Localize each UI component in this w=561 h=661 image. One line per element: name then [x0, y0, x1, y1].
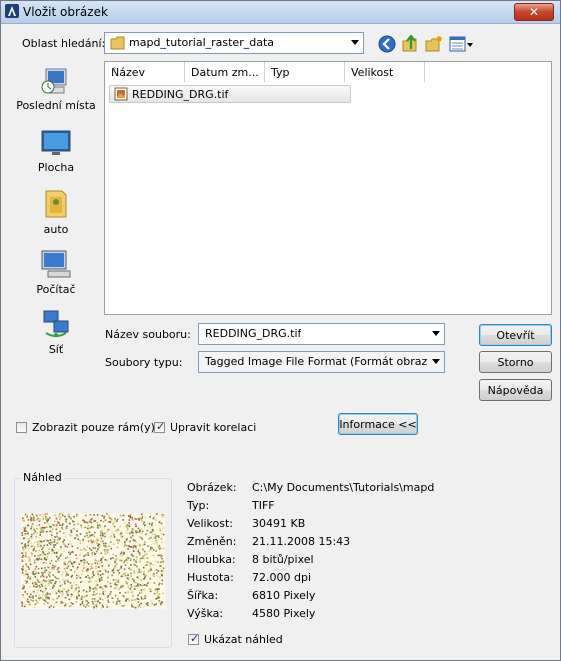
- up-folder-icon[interactable]: [401, 35, 419, 53]
- chevron-down-icon: [432, 331, 440, 336]
- info-value: 4580 Pixely: [252, 607, 316, 620]
- chevron-down-icon: [351, 40, 359, 45]
- close-button[interactable]: ✕: [514, 3, 554, 21]
- info-value: 21.11.2008 15:43: [252, 535, 351, 548]
- correlation-checkbox[interactable]: ✓: [154, 420, 166, 433]
- filename-value: REDDING_DRG.tif: [205, 327, 302, 340]
- window-title: Vložit obrázek: [23, 5, 108, 19]
- computer-icon: [41, 250, 71, 278]
- info-value: TIFF: [252, 499, 275, 512]
- info-key: Velikost:: [187, 517, 234, 530]
- check-icon: ✓: [190, 632, 200, 645]
- cancel-button[interactable]: Storno: [479, 351, 552, 373]
- correlation-label[interactable]: Upravit korelaci: [170, 421, 256, 434]
- frame-only-checkbox[interactable]: [16, 422, 27, 433]
- file-name: REDDING_DRG.tif: [132, 88, 229, 101]
- column-header-date[interactable]: Datum zm...: [185, 62, 265, 82]
- show-preview-checkbox[interactable]: ✓: [188, 632, 200, 645]
- open-button[interactable]: Otevřít: [479, 324, 552, 346]
- recent-places-icon: [41, 68, 67, 94]
- file-list[interactable]: Název ^ Datum zm... Typ Velikost REDDING…: [104, 61, 552, 315]
- title-bar: Vložit obrázek ✕: [1, 1, 560, 24]
- info-key: Změněn:: [187, 535, 237, 548]
- filetype-dropdown[interactable]: Tagged Image File Format (Formát obrazov…: [198, 351, 445, 373]
- sort-arrow-icon: ^: [111, 66, 118, 75]
- preview-group: Náhled: [14, 471, 172, 648]
- network-icon: [43, 310, 69, 337]
- info-key: Obrázek:: [187, 481, 237, 494]
- place-user[interactable]: auto: [9, 183, 103, 239]
- place-network[interactable]: Síť: [9, 303, 103, 359]
- place-label: Plocha: [37, 161, 75, 174]
- filename-input[interactable]: REDDING_DRG.tif: [198, 323, 445, 345]
- place-label: auto: [43, 223, 69, 236]
- info-value: 8 bitů/pixel: [252, 553, 314, 566]
- frame-only-label[interactable]: Zobrazit pouze rám(y): [32, 421, 155, 434]
- place-computer[interactable]: Počítač: [9, 243, 103, 299]
- close-icon: ✕: [528, 5, 540, 19]
- lookin-dropdown[interactable]: mapd_tutorial_raster_data: [104, 32, 364, 54]
- place-recent[interactable]: Poslední místa: [9, 59, 103, 115]
- dialog-window: Vložit obrázek ✕ Oblast hledání: mapd_tu…: [0, 0, 561, 661]
- place-label: Poslední místa: [16, 99, 96, 112]
- info-key: Výška:: [187, 607, 224, 620]
- info-key: Hloubka:: [187, 553, 236, 566]
- info-value: 6810 Pixely: [252, 589, 316, 602]
- back-icon[interactable]: [378, 35, 396, 53]
- place-label: Počítač: [36, 283, 76, 296]
- info-value: 72.000 dpi: [252, 571, 312, 584]
- filetype-value: Tagged Image File Format (Formát obrazov…: [205, 355, 427, 368]
- new-folder-icon[interactable]: [425, 35, 443, 53]
- help-button[interactable]: Nápověda: [479, 379, 552, 401]
- info-button[interactable]: Informace <<: [338, 413, 418, 435]
- place-label: Síť: [48, 343, 64, 356]
- lookin-label: Oblast hledání:: [22, 37, 106, 50]
- user-folder-icon: [45, 190, 67, 218]
- app-icon: [5, 4, 19, 18]
- info-key: Typ:: [187, 499, 210, 512]
- desktop-icon: [41, 130, 71, 155]
- filename-label: Název souboru:: [105, 328, 191, 341]
- folder-icon: [110, 36, 125, 50]
- image-file-icon: [114, 87, 128, 101]
- views-icon[interactable]: [449, 35, 475, 53]
- filetype-label: Soubory typu:: [105, 356, 183, 369]
- check-icon: ✓: [156, 420, 166, 433]
- info-value: 30491 KB: [252, 517, 306, 530]
- preview-title: Náhled: [21, 471, 64, 484]
- column-header-name[interactable]: Název ^: [105, 62, 185, 82]
- info-key: Šířka:: [187, 589, 219, 602]
- chevron-down-icon: [432, 359, 440, 364]
- file-item[interactable]: REDDING_DRG.tif: [109, 85, 351, 103]
- column-header-size[interactable]: Velikost: [345, 62, 425, 82]
- place-desktop[interactable]: Plocha: [9, 121, 103, 177]
- column-header-type[interactable]: Typ: [265, 62, 345, 82]
- show-preview-label[interactable]: Ukázat náhled: [204, 633, 283, 646]
- places-bar: Poslední místa Plocha auto Počítač Síť: [9, 59, 103, 356]
- info-value: C:\My Documents\Tutorials\mapd: [252, 481, 435, 494]
- info-key: Hustota:: [187, 571, 234, 584]
- preview-image: [21, 513, 165, 609]
- lookin-value: mapd_tutorial_raster_data: [129, 36, 274, 49]
